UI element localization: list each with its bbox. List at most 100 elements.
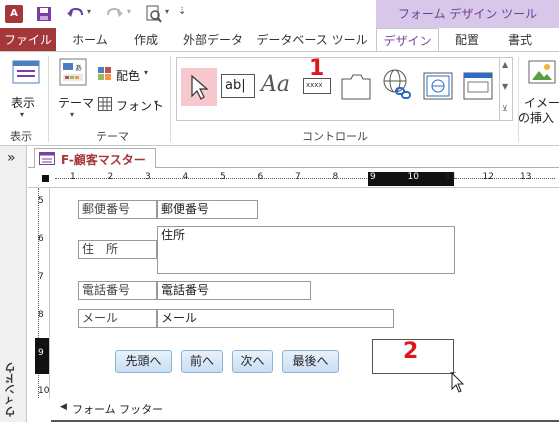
document-tabs: F-顧客マスター <box>28 146 559 168</box>
ruler-tick-label: 6 <box>257 172 264 182</box>
controls-gallery: ab| Aa xxxx 1 <box>176 56 500 121</box>
customize-qat-icon[interactable]: ⇣ <box>178 6 186 17</box>
form-design-tools-context: フォーム デザイン ツール <box>376 0 559 28</box>
previous-record-button[interactable]: 前へ <box>181 350 223 373</box>
access-app-icon: A <box>5 5 23 23</box>
nav-vertical-label: ウィンドウ <box>4 362 17 417</box>
undo-icon[interactable] <box>66 6 84 22</box>
web-browser-control-icon[interactable] <box>423 72 453 100</box>
ruler-tick-label: 3 <box>145 172 151 182</box>
ruler-tick-label: 5 <box>220 172 226 182</box>
theme-icon: あ <box>59 58 87 86</box>
phone-label[interactable]: 電話番号 <box>78 281 157 300</box>
tab-database-tools[interactable]: データベース ツール <box>256 28 368 52</box>
ribbon: 表示 ▾ 表示 あ テーマ ▾ 配色 ▾ フォント ▾ テーマ ab| Aa x… <box>0 51 559 146</box>
svg-text:あ: あ <box>75 64 82 72</box>
colors-button[interactable]: 配色 ▾ <box>98 66 160 84</box>
view-icon <box>12 60 40 84</box>
ribbon-separator <box>170 56 171 142</box>
first-record-button[interactable]: 先頭へ <box>115 350 172 373</box>
textbox-control-text: ab| <box>225 78 246 93</box>
redo-icon[interactable] <box>106 6 124 22</box>
scroll-down-icon[interactable]: ▼ <box>502 82 508 91</box>
document-tab-title: F-顧客マスター <box>61 153 146 167</box>
insert-image-label-2: の挿入 <box>518 111 555 125</box>
gallery-more-icon[interactable]: ⊻ <box>502 104 508 113</box>
tab-arrange[interactable]: 配置 <box>444 28 490 52</box>
last-record-button[interactable]: 最後へ <box>282 350 339 373</box>
select-control[interactable] <box>181 68 217 106</box>
annotation-marker-1: 1 <box>309 56 325 81</box>
fonts-button[interactable]: フォント ▾ <box>98 96 166 114</box>
view-label: 表示 <box>11 96 36 110</box>
vruler-tick-label: 8 <box>38 310 44 320</box>
form-footer-label: フォーム フッター <box>72 403 164 416</box>
document-tab[interactable]: F-顧客マスター <box>34 148 156 168</box>
postal-code-field[interactable]: 郵便番号 <box>157 200 258 219</box>
ribbon-tabs: ファイル ホーム 作成 外部データ データベース ツール デザイン 配置 書式 <box>0 28 559 52</box>
redo-dropdown-icon: ▾ <box>127 7 132 16</box>
vruler-tick-label: 6 <box>38 234 44 244</box>
save-icon[interactable] <box>36 6 52 22</box>
tab-home[interactable]: ホーム <box>62 28 118 52</box>
colors-label: 配色 <box>116 69 141 83</box>
view-button[interactable]: 表示 ▾ <box>6 56 46 124</box>
tab-external-data[interactable]: 外部データ <box>176 28 250 52</box>
title-bar: A ▾ ▾ ▾ ⇣ フォーム デザイン ツール <box>0 0 559 28</box>
label-control[interactable]: Aa <box>261 72 295 104</box>
print-preview-dropdown-icon[interactable]: ▾ <box>165 7 169 16</box>
next-record-button[interactable]: 次へ <box>232 350 273 373</box>
mouse-pointer-icon <box>450 372 465 393</box>
gallery-scrollbar[interactable]: ▲ ▼ ⊻ <box>500 57 513 121</box>
form-detail-section: 郵便番号 郵便番号 住 所 住所 電話番号 電話番号 メール メール 先頭へ 前… <box>51 188 559 398</box>
ribbon-separator <box>518 56 519 142</box>
print-preview-icon[interactable] <box>146 5 162 23</box>
group-theme-label: テーマ <box>96 130 129 143</box>
scroll-up-icon[interactable]: ▲ <box>502 60 508 69</box>
ribbon-separator <box>48 56 49 142</box>
colors-dropdown-icon: ▾ <box>144 68 149 77</box>
fonts-dropdown-icon: ▾ <box>154 98 159 107</box>
view-dropdown-icon: ▾ <box>20 110 25 119</box>
tab-control-icon[interactable] <box>341 74 371 100</box>
phone-field[interactable]: 電話番号 <box>157 281 311 300</box>
theme-button[interactable]: あ テーマ ▾ <box>54 56 94 124</box>
navigation-control-icon[interactable] <box>463 72 493 100</box>
textbox-control[interactable]: ab| <box>221 74 255 98</box>
insert-image-button[interactable]: イメージ の挿入 <box>518 56 559 125</box>
ruler-tick-label: 8 <box>332 172 339 182</box>
ruler-tick-label: 10 <box>407 172 419 182</box>
ruler-baseline <box>55 178 555 179</box>
horizontal-ruler: 1 2 3 4 5 6 7 8 9 10 11 12 13 <box>28 170 559 188</box>
ruler-tick-label: 4 <box>182 172 189 182</box>
form-object-icon <box>39 152 55 165</box>
theme-dropdown-icon: ▾ <box>70 110 75 119</box>
fonts-icon <box>98 97 112 111</box>
vruler-tick-label: 7 <box>38 272 44 282</box>
email-field[interactable]: メール <box>157 309 394 328</box>
theme-label: テーマ <box>58 96 95 110</box>
vruler-tick-label: 10 <box>38 386 50 396</box>
vruler-tick-label: 9 <box>38 348 44 358</box>
expand-nav-icon[interactable]: » <box>7 150 16 166</box>
ruler-tick-label: 1 <box>70 172 76 182</box>
group-view-label: 表示 <box>10 130 32 143</box>
email-label[interactable]: メール <box>78 309 157 328</box>
image-icon <box>528 60 556 84</box>
navigation-pane-collapsed[interactable]: » ウィンドウ <box>0 146 27 422</box>
postal-code-label[interactable]: 郵便番号 <box>78 200 157 219</box>
form-footer-bar[interactable]: ◀ フォーム フッター <box>51 398 559 422</box>
undo-dropdown-icon[interactable]: ▾ <box>87 7 91 16</box>
address-field[interactable]: 住所 <box>157 226 455 274</box>
address-label[interactable]: 住 所 <box>78 240 157 259</box>
tab-file[interactable]: ファイル <box>0 28 56 52</box>
footer-arrow-icon: ◀ <box>60 402 67 412</box>
annotation-marker-2: 2 <box>403 339 419 364</box>
ruler-tick-label: 7 <box>295 172 301 182</box>
tab-create[interactable]: 作成 <box>120 28 172 52</box>
group-controls-label: コントロール <box>302 130 368 143</box>
tab-format[interactable]: 書式 <box>496 28 544 52</box>
form-selector[interactable] <box>42 175 49 182</box>
tab-design[interactable]: デザイン <box>376 28 439 52</box>
hyperlink-control-icon[interactable] <box>382 68 412 100</box>
